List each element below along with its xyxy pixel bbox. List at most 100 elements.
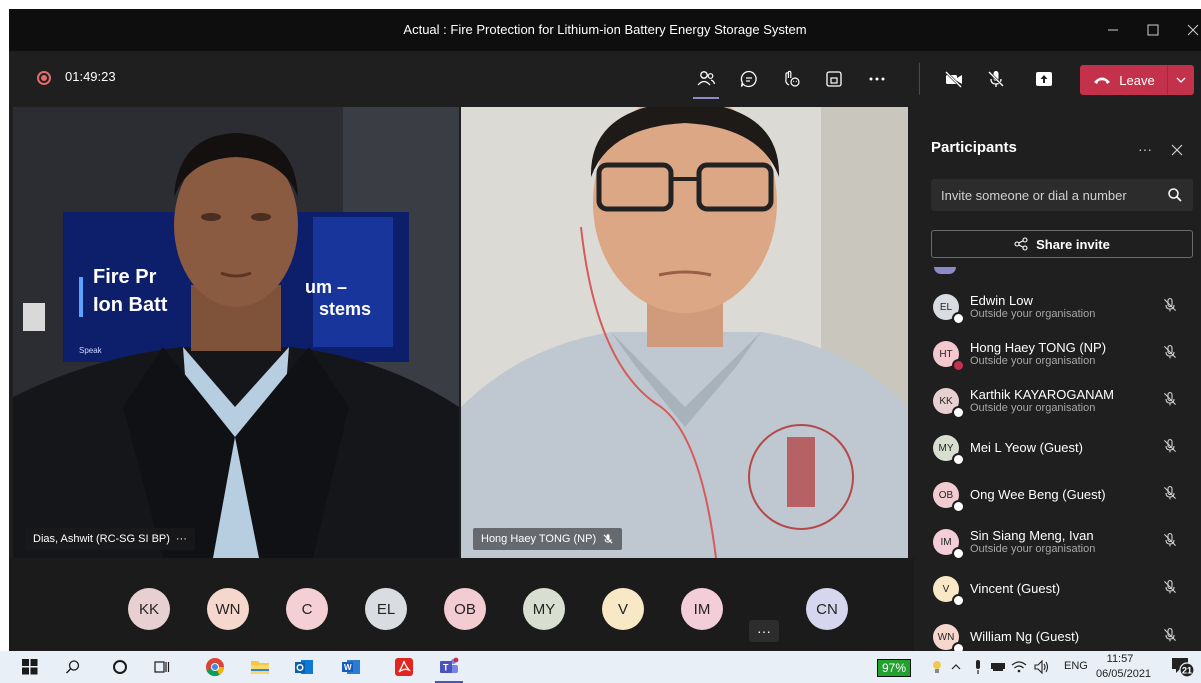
panel-title: Participants [931, 139, 1017, 156]
strip-avatar[interactable]: KK [128, 588, 170, 630]
participants-panel: Participants ··· Share invite EL Edwin L… [914, 107, 1201, 651]
acrobat-button[interactable] [392, 655, 416, 679]
strip-avatar[interactable]: C [286, 588, 328, 630]
video-tile-participant[interactable]: Hong Haey TONG (NP) [461, 107, 908, 558]
avatar-initials: IM [693, 600, 711, 618]
people-icon [697, 71, 716, 86]
outlook-button[interactable] [292, 655, 316, 679]
video-tile-speaker[interactable]: Fire Pr um – Ion Batt stems Speak Dias, … [13, 107, 459, 558]
wifi-icon [1011, 661, 1027, 673]
leave-options-button[interactable] [1167, 65, 1194, 95]
mic-off-icon [1164, 486, 1176, 500]
rooms-button[interactable] [818, 63, 850, 95]
chat-icon [740, 70, 757, 88]
participant-row[interactable]: EL Edwin Low Outside your organisation [914, 287, 1201, 327]
speaker-video-image: Fire Pr um – Ion Batt stems Speak [13, 107, 459, 558]
mic-toggle-button[interactable] [980, 63, 1012, 95]
chrome-icon [206, 658, 224, 677]
leave-button-group: Leave [1080, 65, 1194, 95]
ethernet-icon [991, 663, 1005, 671]
participant-name: Mei L Yeow (Guest) [970, 440, 1083, 455]
show-hidden-icons-button[interactable] [944, 655, 968, 679]
avatar-initials: V [942, 583, 950, 595]
breakout-rooms-icon [826, 71, 842, 87]
action-center-button[interactable]: 21 [1171, 656, 1195, 683]
presence-status-icon [952, 547, 965, 560]
clock-time: 11:57 [1106, 653, 1134, 665]
participant-row[interactable]: V Vincent (Guest) [914, 569, 1201, 609]
search-icon[interactable] [1167, 187, 1183, 203]
task-view-button[interactable] [150, 655, 174, 679]
participant-name: Ong Wee Beng (Guest) [970, 487, 1106, 502]
participant-org: Outside your organisation [970, 355, 1096, 367]
strip-avatar[interactable]: MY [523, 588, 565, 630]
minimize-button[interactable] [1093, 9, 1133, 51]
presence-status-icon [952, 500, 965, 513]
avatar-initials: CN [816, 600, 838, 618]
slide-text-1: Fire Pr [93, 266, 157, 288]
strip-avatar[interactable]: CN [806, 588, 848, 630]
maximize-button[interactable] [1133, 9, 1173, 51]
strip-avatar[interactable]: V [602, 588, 644, 630]
search-icon [66, 660, 80, 674]
participant-row[interactable]: HT Hong Haey TONG (NP) Outside your orga… [914, 334, 1201, 374]
taskbar-clock[interactable]: 11:57 06/05/2021 [1096, 652, 1152, 682]
input-language[interactable]: ENG [1064, 660, 1088, 672]
share-invite-button[interactable]: Share invite [931, 230, 1193, 258]
chrome-taskbar-button[interactable] [203, 655, 227, 679]
avatar-initials: WN [937, 631, 955, 643]
panel-more-button[interactable]: ··· [1138, 141, 1152, 157]
teams-taskbar-button[interactable]: T [437, 655, 461, 679]
share-content-button[interactable] [1028, 63, 1060, 95]
avatar-initials: MY [532, 600, 556, 618]
search-button[interactable] [61, 655, 85, 679]
slide-text-4: stems [319, 299, 371, 319]
participant-row[interactable]: IM Sin Siang Meng, Ivan Outside your org… [914, 522, 1201, 562]
strip-avatar[interactable]: EL [365, 588, 407, 630]
volume-tray-icon[interactable] [1030, 655, 1054, 679]
leave-button[interactable]: Leave [1080, 65, 1168, 95]
wifi-tray-icon[interactable] [1007, 655, 1031, 679]
task-view-icon [154, 661, 170, 673]
mic-off-icon [1164, 298, 1176, 312]
more-participants-button[interactable]: ··· [749, 620, 779, 642]
panel-close-button[interactable] [1171, 143, 1183, 161]
invite-search-input[interactable] [931, 179, 1161, 211]
participant-name: Edwin Low [970, 293, 1033, 308]
participant-name: Hong Haey TONG (NP) [481, 533, 597, 545]
participant-video-image [461, 107, 908, 558]
cortana-icon [113, 660, 127, 674]
participant-row[interactable]: WN William Ng (Guest) [914, 617, 1201, 651]
participant-row[interactable]: OB Ong Wee Beng (Guest) [914, 475, 1201, 515]
raise-hand-icon [785, 70, 800, 87]
strip-avatar[interactable]: OB [444, 588, 486, 630]
presence-status-icon [952, 642, 965, 651]
presence-status-icon [952, 453, 965, 466]
word-button[interactable]: W [339, 655, 363, 679]
avatar-initials: WN [215, 600, 241, 618]
reactions-button[interactable] [775, 63, 807, 95]
strip-avatar[interactable]: WN [207, 588, 249, 630]
mic-off-icon [1164, 580, 1176, 594]
chevron-up-icon [951, 664, 961, 670]
mic-off-icon [988, 71, 1004, 87]
camera-toggle-button[interactable] [938, 63, 970, 95]
file-explorer-button[interactable] [248, 655, 272, 679]
show-conversation-button[interactable] [733, 63, 765, 95]
avatar-initials: OB [938, 489, 954, 501]
tile-more-button[interactable]: ··· [176, 533, 187, 545]
participant-row[interactable]: MY Mei L Yeow (Guest) [914, 428, 1201, 468]
close-window-button[interactable] [1173, 9, 1201, 51]
speaker-icon [1034, 660, 1049, 674]
cortana-button[interactable] [108, 655, 132, 679]
avatar-initials: C [301, 600, 313, 618]
strip-avatar[interactable]: IM [681, 588, 723, 630]
participant-row[interactable]: KK Karthik KAYAROGANAM Outside your orga… [914, 381, 1201, 421]
battery-indicator[interactable]: 97% [877, 659, 912, 677]
more-actions-button[interactable] [861, 63, 893, 95]
participant-org: Outside your organisation [970, 308, 1096, 320]
clock-date: 06/05/2021 [1096, 668, 1152, 680]
start-button[interactable] [18, 655, 42, 679]
hang-up-icon [1094, 77, 1111, 84]
show-participants-button[interactable] [690, 63, 722, 99]
